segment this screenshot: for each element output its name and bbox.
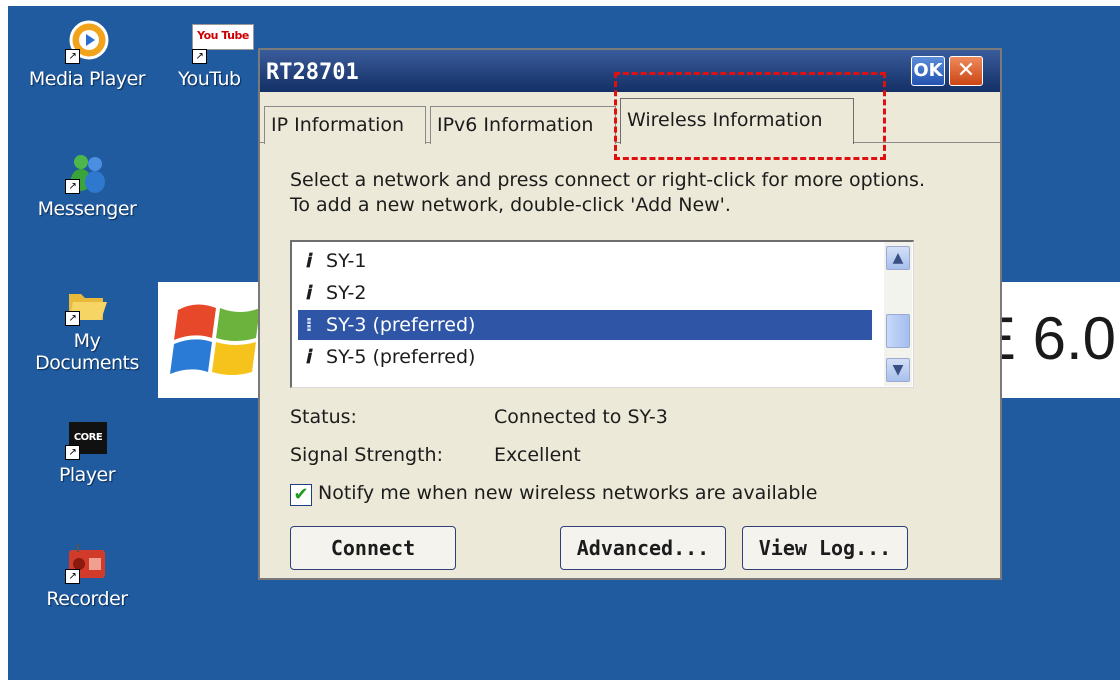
close-icon: ✕ [956, 58, 976, 83]
network-item-sy-5[interactable]: 𝒊 SY-5 (preferred) [298, 342, 872, 372]
scroll-up-button[interactable]: ▲ [886, 246, 910, 270]
advanced-button[interactable]: Advanced... [560, 526, 726, 570]
wireless-signal-icon: 𝒊 [306, 282, 312, 304]
ok-button[interactable]: OK [911, 56, 945, 86]
status-label: Status: [290, 406, 357, 428]
view-log-button[interactable]: View Log... [742, 526, 908, 570]
scroll-thumb[interactable] [886, 314, 910, 348]
desktop-icon-recorder[interactable]: ↗ Recorder [22, 540, 152, 610]
desktop-icon-label: Player [58, 464, 116, 486]
youtube-icon: You Tube ↗ [192, 20, 254, 64]
desktop-icon-media-player[interactable]: ↗ Media Player [22, 20, 152, 90]
network-name: SY-5 (preferred) [326, 346, 476, 368]
dialog-title: RT28701 [266, 60, 359, 85]
close-button[interactable]: ✕ [949, 56, 983, 86]
status-value: Connected to SY-3 [494, 406, 668, 428]
instructions-text: Select a network and press connect or ri… [290, 169, 925, 216]
network-name: SY-3 (preferred) [326, 314, 476, 336]
chevron-up-icon: ▲ [892, 250, 904, 266]
media-player-icon: ↗ [65, 20, 109, 64]
folder-icon: ↗ [65, 282, 109, 326]
tab-ip-information[interactable]: IP Information [264, 106, 426, 144]
network-name: SY-2 [326, 282, 367, 304]
desktop-icon-my-documents[interactable]: ↗ My Documents [22, 282, 152, 374]
network-item-sy-2[interactable]: 𝒊 SY-2 [298, 278, 872, 308]
wireless-signal-icon: 𝒊 [306, 346, 312, 368]
desktop-icon-label: Recorder [46, 588, 128, 610]
notify-checkbox-label[interactable]: Notify me when new wireless networks are… [318, 482, 817, 504]
wireless-signal-icon: 𝒊 [306, 250, 312, 272]
connect-button[interactable]: Connect [290, 526, 456, 570]
network-list[interactable]: 𝒊 SY-1 𝒊 SY-2 ⁞ SY-3 (preferred) 𝒊 SY-5 … [290, 240, 914, 388]
core-player-icon: CORE ↗ [65, 416, 109, 460]
network-list-scrollbar[interactable]: ▲ ▼ [884, 242, 912, 386]
desktop-icon-label: My Documents [35, 330, 139, 374]
desktop-icon-youtube[interactable]: You Tube ↗ YouTub [160, 20, 270, 90]
notify-checkbox[interactable]: ✔ [290, 484, 312, 506]
desktop-icon-player[interactable]: CORE ↗ Player [22, 416, 152, 486]
checkmark-icon: ✔ [293, 484, 309, 505]
highlight-annotation-box [614, 72, 886, 160]
desktop-icon-messenger[interactable]: ↗ Messenger [22, 150, 152, 220]
scroll-down-button[interactable]: ▼ [886, 358, 910, 382]
chevron-down-icon: ▼ [892, 362, 904, 378]
network-item-sy-3[interactable]: ⁞ SY-3 (preferred) [298, 310, 872, 340]
messenger-icon: ↗ [65, 150, 109, 194]
signal-strength-label: Signal Strength: [290, 444, 443, 466]
desktop-icon-label: Messenger [37, 198, 137, 220]
recorder-icon: ↗ [65, 540, 109, 584]
desktop-icon-label: YouTub [178, 68, 241, 90]
wireless-signal-connected-icon: ⁞ [305, 314, 313, 336]
youtube-logo-text: You Tube [197, 29, 249, 42]
network-name: SY-1 [326, 250, 367, 272]
tab-ipv6-information[interactable]: IPv6 Information [430, 106, 616, 144]
signal-strength-value: Excellent [494, 444, 581, 466]
desktop-icon-label: Media Player [28, 68, 146, 90]
network-item-sy-1[interactable]: 𝒊 SY-1 [298, 246, 872, 276]
